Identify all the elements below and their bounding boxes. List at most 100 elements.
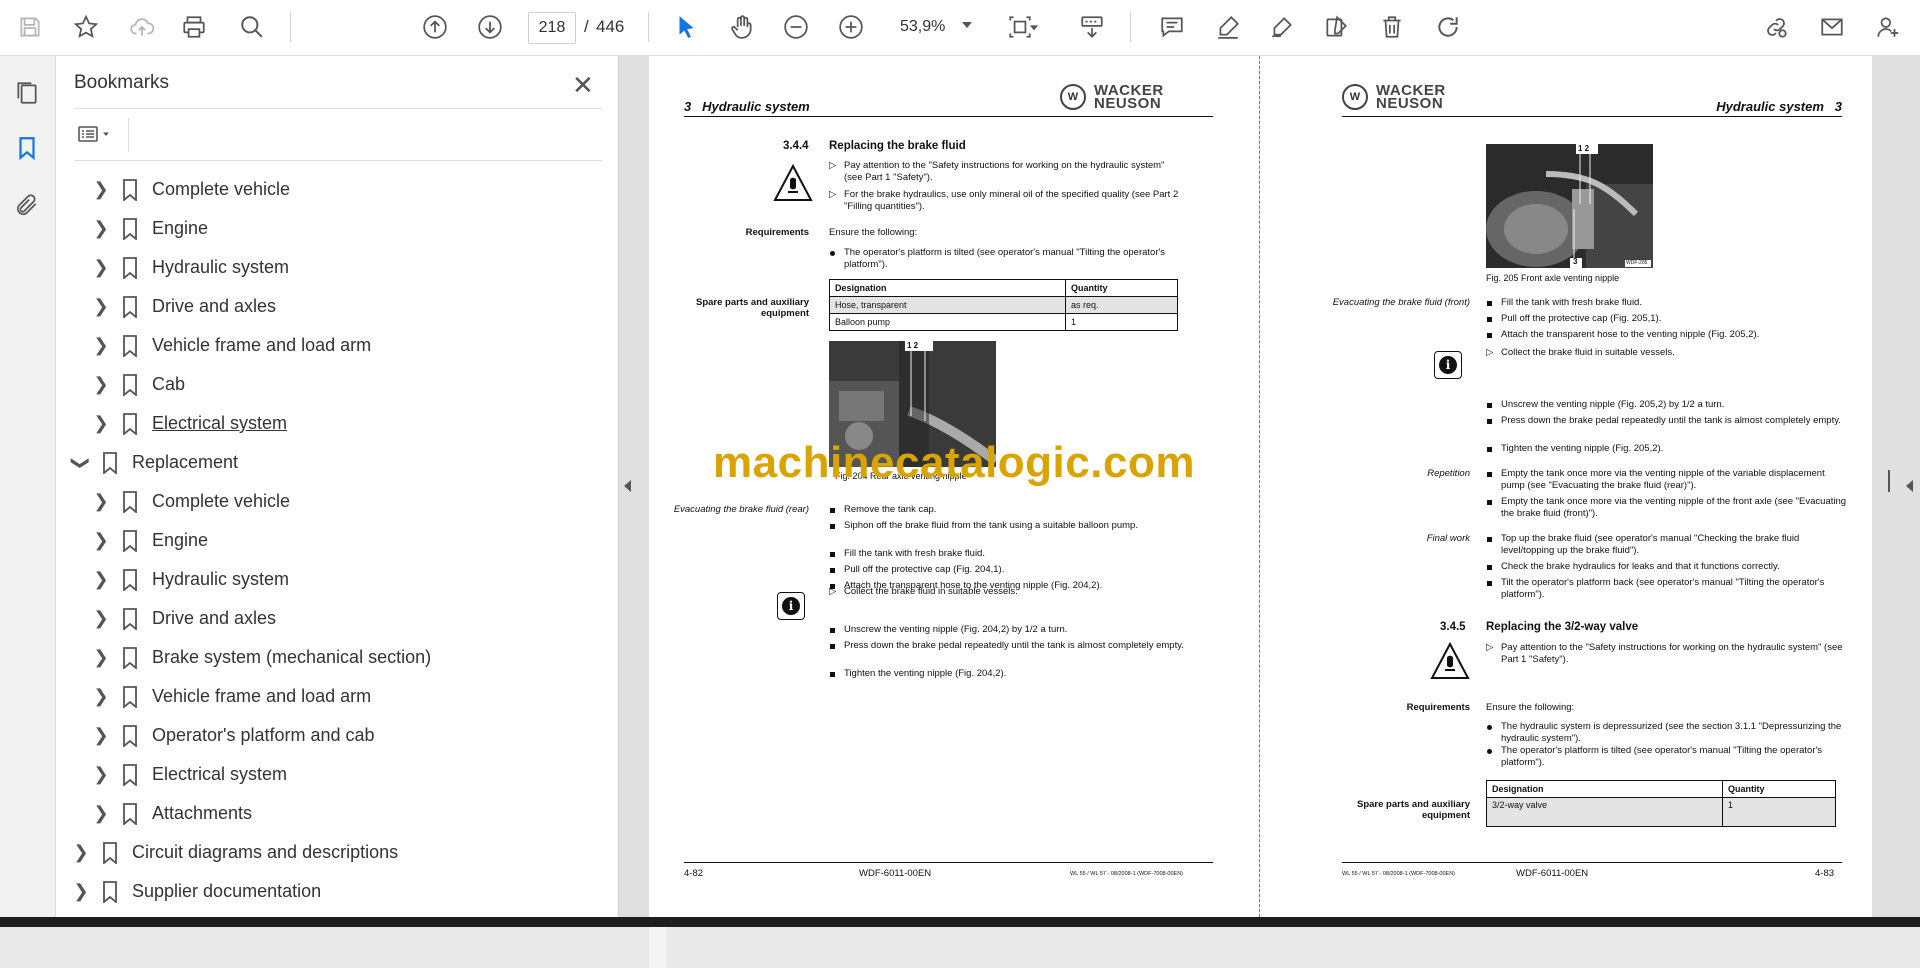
chevron-right-icon[interactable]: ❯ — [92, 257, 110, 277]
panel-divider — [128, 118, 129, 152]
chevron-right-icon[interactable]: ❯ — [92, 608, 110, 628]
rotate-icon[interactable] — [1432, 11, 1464, 43]
bookmark-options-button[interactable] — [76, 120, 120, 148]
bookmark-item[interactable]: ❯ Drive and axles — [92, 287, 276, 326]
zoom-in-icon[interactable] — [835, 11, 867, 43]
prev-page-icon[interactable] — [419, 11, 451, 43]
email-icon[interactable] — [1816, 11, 1848, 43]
comment-icon[interactable] — [1156, 11, 1188, 43]
footer-rule — [684, 862, 1213, 863]
footer-rule — [1342, 862, 1842, 863]
chevron-right-icon[interactable]: ❯ — [92, 647, 110, 667]
toolbar-divider — [1130, 12, 1131, 42]
chevron-right-icon[interactable]: ❯ — [92, 725, 110, 745]
bookmark-item[interactable]: ❯ Attachments — [92, 794, 252, 833]
bookmark-item[interactable]: ❯ Engine — [92, 521, 208, 560]
chevron-right-icon[interactable]: ❯ — [72, 881, 90, 901]
note-item: ▷ Collect the brake fluid in suitable ves… — [1486, 347, 1675, 358]
attachments-icon[interactable] — [12, 190, 42, 220]
scrolling-mode-icon[interactable] — [1076, 11, 1108, 43]
bookmark-item[interactable]: ❯ Complete vehicle — [92, 482, 290, 521]
bookmark-item[interactable]: ❯ Hydraulic system — [92, 248, 289, 287]
chevron-right-icon[interactable]: ❯ — [92, 296, 110, 316]
footer-page-number: 4-82 — [684, 868, 704, 879]
chevron-right-icon[interactable]: ❯ — [92, 335, 110, 355]
bookmarks-icon[interactable] — [12, 133, 42, 163]
highlight-pen-icon[interactable] — [1212, 11, 1244, 43]
final-work-item: Tilt the operator's platform back (see o… — [1486, 577, 1851, 601]
bookmark-item[interactable]: ❯ Engine — [92, 209, 208, 248]
page-thumbnails-icon[interactable] — [12, 78, 42, 108]
zoom-out-icon[interactable] — [780, 11, 812, 43]
page-number-input[interactable]: 218 — [528, 12, 576, 44]
chevron-down-icon[interactable]: ❯ — [72, 454, 92, 472]
warning-note: ▷ For the brake hydraulics, use only mine… — [829, 189, 1179, 212]
bookmark-item[interactable]: ❯ Cab — [92, 365, 185, 404]
bookmark-item[interactable]: ❯ Circuit diagrams and descriptions — [72, 833, 398, 872]
page-header: 3 Hydraulic system — [684, 99, 810, 114]
hand-tool-icon[interactable] — [726, 11, 758, 43]
panel-divider — [74, 108, 602, 109]
step-item: Remove the tank cap. — [829, 504, 1184, 516]
spare-parts-label: Spare parts and auxiliary equipment — [1357, 799, 1470, 821]
chevron-down-icon[interactable] — [1024, 11, 1044, 43]
step-item: Unscrew the venting nipple (Fig. 205,2) … — [1486, 399, 1851, 411]
footer-doc-id: WDF-6011-00EN — [1516, 868, 1589, 879]
bookmark-flag-icon — [123, 802, 137, 825]
step-item: Press down the brake pedal repeatedly un… — [829, 640, 1184, 652]
bookmark-item[interactable]: ❯ Operator's platform and cab — [92, 716, 375, 755]
delete-trash-icon[interactable] — [1376, 11, 1408, 43]
chevron-right-icon[interactable]: ❯ — [72, 842, 90, 862]
upload-cloud-icon[interactable] — [126, 11, 158, 43]
header-rule — [684, 116, 1213, 117]
step-item: Pull off the protective cap (Fig. 204,1)… — [829, 564, 1184, 576]
bookmark-item[interactable]: ❯ Hydraulic system — [92, 560, 289, 599]
edit-pdf-icon[interactable] — [1320, 11, 1352, 43]
chevron-right-icon[interactable]: ❯ — [92, 569, 110, 589]
select-cursor-icon[interactable] — [670, 11, 702, 43]
requirements-intro: Ensure the following: — [829, 227, 918, 238]
bookmark-flag-icon — [123, 607, 137, 630]
bookmark-item[interactable]: ❯ Drive and axles — [92, 599, 276, 638]
next-page-icon[interactable] — [474, 11, 506, 43]
warning-note: ▷ Pay attention to the "Safety instructio… — [1486, 642, 1843, 665]
chevron-right-icon[interactable]: ❯ — [92, 530, 110, 550]
collapse-left-panel-icon[interactable] — [624, 480, 631, 492]
panel-divider — [74, 160, 602, 161]
user-add-icon[interactable] — [1872, 11, 1904, 43]
spare-parts-table: Designation Quantity 3/2-way valve 1 — [1486, 780, 1836, 827]
step-item: Tighten the venting nipple (Fig. 204,2). — [829, 668, 1184, 680]
bookmark-flag-icon — [123, 295, 137, 318]
chevron-right-icon[interactable]: ❯ — [92, 764, 110, 784]
chevron-right-icon[interactable]: ❯ — [92, 491, 110, 511]
bookmark-item[interactable]: ❯ Electrical system — [92, 404, 287, 443]
expand-right-panel-icon[interactable] — [1906, 480, 1913, 492]
print-icon[interactable] — [178, 11, 210, 43]
bookmark-item[interactable]: ❯ Vehicle frame and load arm — [92, 326, 371, 365]
bookmark-item[interactable]: ❯ Electrical system — [92, 755, 287, 794]
chevron-right-icon[interactable]: ❯ — [92, 218, 110, 238]
step-item: Tighten the venting nipple (Fig. 205,2). — [1486, 443, 1851, 455]
chevron-right-icon[interactable]: ❯ — [92, 686, 110, 706]
bookmark-item[interactable]: ❯ Vehicle frame and load arm — [92, 677, 371, 716]
chevron-right-icon[interactable]: ❯ — [92, 413, 110, 433]
save-icon[interactable] — [14, 11, 46, 43]
chevron-right-icon[interactable]: ❯ — [92, 374, 110, 394]
bookmark-item[interactable]: ❯ Supplier documentation — [72, 872, 321, 911]
repetition-item: Empty the tank once more via the venting… — [1486, 468, 1851, 492]
bookmark-item[interactable]: ❯ Brake system (mechanical section) — [92, 638, 431, 677]
figure-caption: Fig. 205 Front axle venting nipple — [1486, 273, 1620, 283]
bookmark-item-expanded[interactable]: ❯ Replacement — [72, 443, 238, 482]
panel-splitter[interactable] — [1888, 470, 1890, 492]
chevron-right-icon[interactable]: ❯ — [92, 803, 110, 823]
repetition-label: Repetition — [1427, 468, 1470, 479]
close-icon[interactable]: ✕ — [572, 70, 594, 101]
sign-icon[interactable] — [1266, 11, 1298, 43]
bookmark-item[interactable]: ❯ Complete vehicle — [92, 170, 290, 209]
star-icon[interactable] — [70, 11, 102, 43]
find-zoom-icon[interactable] — [236, 11, 268, 43]
footer-page-number: 4-83 — [1815, 868, 1835, 879]
share-link-icon[interactable] — [1760, 11, 1792, 43]
chevron-right-icon[interactable]: ❯ — [92, 179, 110, 199]
chevron-down-icon[interactable] — [962, 22, 972, 28]
